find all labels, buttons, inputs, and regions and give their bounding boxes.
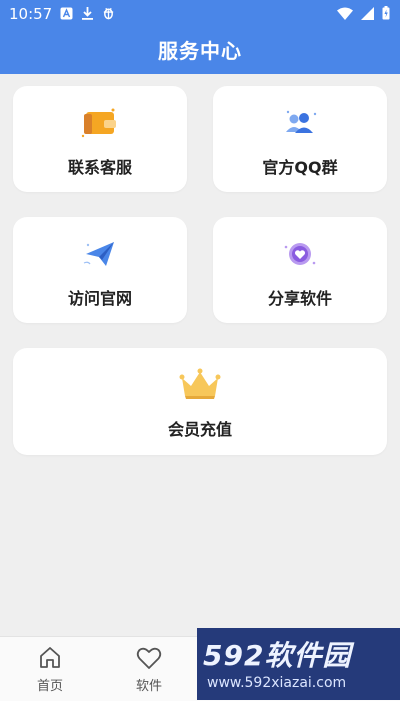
battery-icon bbox=[382, 6, 390, 24]
contact-support-card[interactable]: 联系客服 bbox=[13, 86, 187, 192]
vip-recharge-label: 会员充值 bbox=[167, 420, 232, 439]
app-bar: 服务中心 bbox=[0, 28, 400, 74]
nav-item-home-label: 首页 bbox=[36, 679, 63, 694]
group-icon bbox=[280, 106, 320, 140]
share-app-card[interactable]: 分享软件 bbox=[213, 217, 387, 323]
official-qq-group-card[interactable]: 官方QQ群 bbox=[213, 86, 387, 192]
bug-icon bbox=[102, 6, 115, 20]
crown-icon bbox=[177, 366, 223, 402]
page-title: 服务中心 bbox=[158, 39, 242, 63]
official-qq-group-label: 官方QQ群 bbox=[262, 158, 338, 177]
download-icon bbox=[81, 6, 94, 20]
wifi-icon bbox=[337, 6, 353, 24]
home-icon bbox=[20, 645, 80, 671]
share-app-label: 分享软件 bbox=[267, 289, 332, 308]
notification-a-icon bbox=[60, 6, 73, 20]
status-bar: 10:57 bbox=[0, 0, 400, 28]
watermark: 592软件园 www.592xiazai.com bbox=[197, 628, 400, 700]
vip-recharge-card[interactable]: 会员充值 bbox=[13, 348, 387, 455]
heart-badge-icon bbox=[280, 237, 320, 271]
watermark-url: www.592xiazai.com bbox=[207, 675, 347, 691]
visit-website-label: 访问官网 bbox=[67, 289, 132, 308]
nav-item-home[interactable]: 首页 bbox=[20, 645, 80, 694]
status-time: 10:57 bbox=[9, 5, 53, 23]
nav-item-software[interactable]: 软件 bbox=[119, 645, 179, 694]
wallet-icon bbox=[80, 106, 120, 140]
signal-icon bbox=[361, 6, 374, 24]
paper-plane-icon bbox=[80, 237, 120, 271]
contact-support-label: 联系客服 bbox=[67, 158, 132, 177]
nav-item-software-label: 软件 bbox=[135, 679, 162, 694]
heart-icon bbox=[119, 645, 179, 671]
watermark-brand: 592软件园 bbox=[203, 639, 352, 672]
visit-website-card[interactable]: 访问官网 bbox=[13, 217, 187, 323]
